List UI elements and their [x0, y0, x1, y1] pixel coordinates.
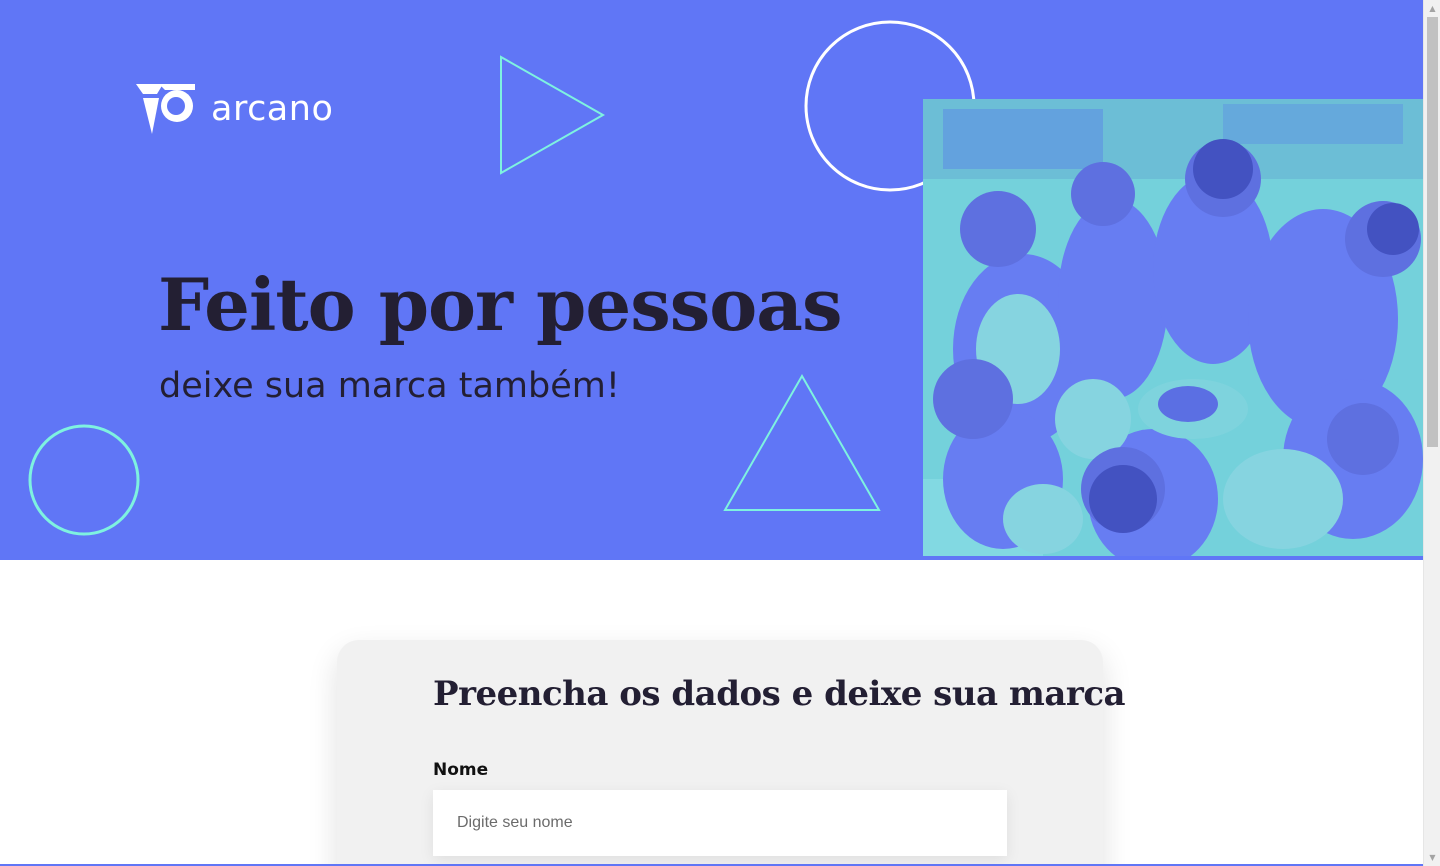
scroll-up-arrow-icon[interactable]: ▲ — [1424, 0, 1440, 17]
brand-logo[interactable]: arcano — [135, 82, 333, 136]
triangle-outline-decoration-bottom — [723, 373, 881, 511]
hero-title: Feito por pessoas — [158, 262, 842, 347]
hero-section: arcano Feito por pessoas deixe sua marca… — [0, 0, 1423, 560]
triangle-outline-decoration — [500, 55, 606, 175]
scroll-down-arrow-icon[interactable]: ▼ — [1424, 849, 1440, 866]
name-input[interactable] — [433, 790, 1007, 856]
name-field-label: Nome — [433, 760, 489, 780]
circle-outline-decoration-small — [28, 424, 140, 536]
form-title: Preencha os dados e deixe sua marca — [433, 674, 1126, 714]
vertical-scrollbar[interactable]: ▲ ▼ — [1423, 0, 1440, 866]
form-card: Preencha os dados e deixe sua marca Nome — [337, 640, 1126, 866]
scrollbar-thumb[interactable] — [1427, 17, 1438, 447]
arcano-logo-icon — [136, 84, 195, 134]
page: arcano Feito por pessoas deixe sua marca… — [0, 0, 1423, 866]
team-hands-photo — [923, 99, 1423, 556]
brand-name: arcano — [211, 89, 334, 129]
hero-subtitle: deixe sua marca também! — [159, 366, 620, 406]
